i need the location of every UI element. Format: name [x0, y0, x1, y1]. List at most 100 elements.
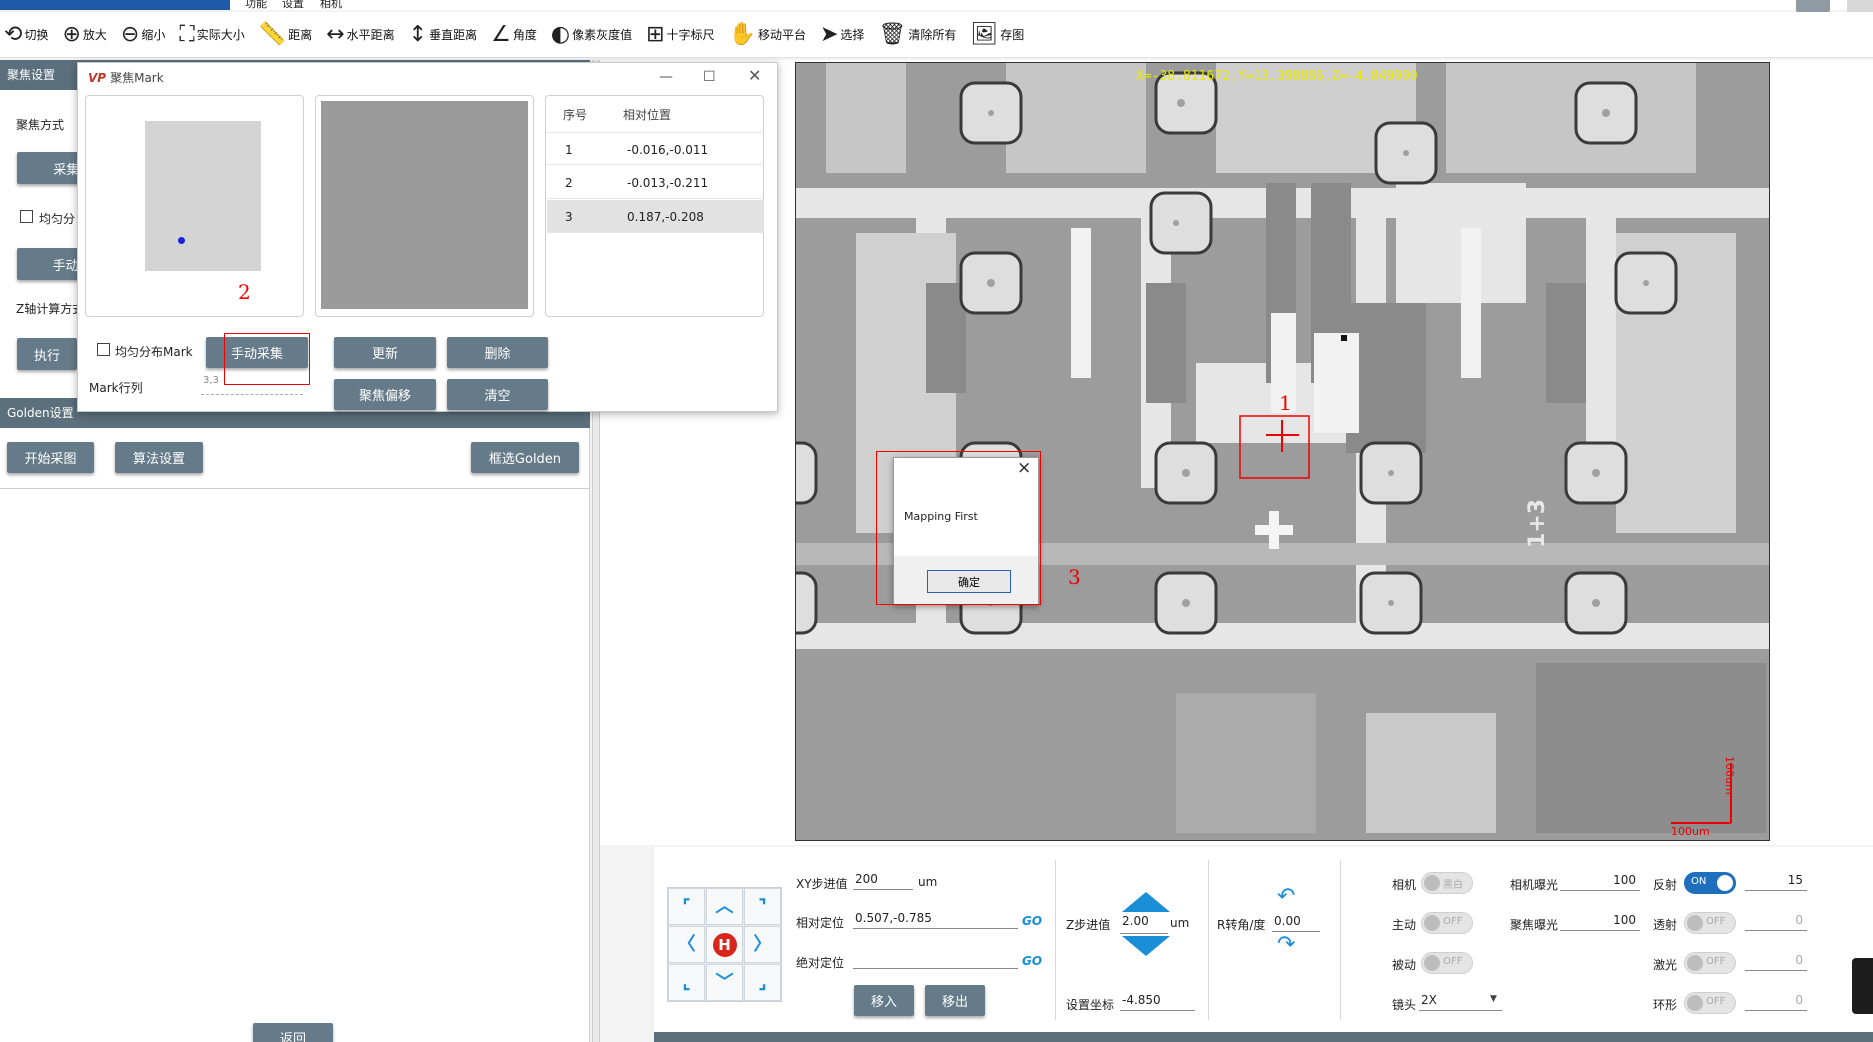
focus-exposure-input[interactable]: 100: [1560, 911, 1640, 931]
move-left-icon[interactable]: 〈: [668, 926, 705, 963]
maximize-icon[interactable]: ☐: [703, 69, 716, 85]
active-toggle[interactable]: OFF: [1421, 912, 1473, 934]
coordinate-readout: X=-38.811672,Y=13.398886,Z=-4.849999: [1136, 69, 1418, 84]
r-angle-input[interactable]: 0.00: [1272, 912, 1320, 932]
toolbar-clear-all[interactable]: 🗑 清除所有: [878, 19, 956, 51]
title-bar: [0, 0, 1873, 10]
chevron-down-icon[interactable]: ▼: [1490, 994, 1497, 1004]
toolbar-save-image[interactable]: 🖼 存图: [970, 19, 1024, 51]
toolbar-zoom-out[interactable]: ⊖ 缩小: [121, 19, 165, 51]
camera-toggle[interactable]: 黑白: [1421, 872, 1473, 894]
absolute-position-input[interactable]: [853, 949, 1018, 969]
microscope-image[interactable]: 1+3 X=-38.811672,Y=13.398886,Z=-4.849999…: [795, 62, 1770, 841]
move-down-right-icon[interactable]: ⌟: [744, 964, 781, 1001]
table-row-selected[interactable]: 3 0.187,-0.208: [547, 200, 764, 233]
reflect-toggle[interactable]: ON: [1684, 872, 1736, 894]
delete-button[interactable]: 删除: [447, 337, 548, 368]
xy-step-input[interactable]: 200: [853, 870, 913, 890]
passive-toggle[interactable]: OFF: [1421, 952, 1473, 974]
go-absolute-button[interactable]: GO: [1022, 954, 1042, 968]
toolbar-grayscale[interactable]: ◐ 像素灰度值: [551, 19, 632, 51]
wafer-die-image: 1+3: [796, 63, 1769, 840]
transmit-toggle[interactable]: OFF: [1684, 912, 1736, 934]
go-relative-button[interactable]: GO: [1022, 914, 1042, 928]
menu-settings[interactable]: 设置: [282, 0, 304, 9]
toolbar-angle[interactable]: ∠ 角度: [491, 19, 537, 51]
separator: [1208, 860, 1209, 1020]
app-tab[interactable]: [0, 0, 230, 10]
move-up-left-icon[interactable]: ⌜: [668, 888, 705, 925]
menu-function[interactable]: 功能: [245, 0, 267, 9]
control-panel-footer: [654, 1032, 1873, 1042]
rotate-ccw-icon[interactable]: ↶: [1277, 884, 1295, 909]
uniform-mark-label: 均匀分布Mark: [115, 345, 193, 359]
uniform-mark-checkbox[interactable]: [97, 343, 110, 356]
z-step-input[interactable]: 2.00: [1120, 912, 1168, 934]
move-right-icon[interactable]: 〉: [744, 926, 781, 963]
relative-position-input[interactable]: 0.507,-0.785: [853, 909, 1018, 929]
execute-button[interactable]: 执行: [17, 338, 77, 370]
toolbar-crosshair-ruler[interactable]: ⊞ 十字标尺: [646, 19, 714, 51]
start-capture-button[interactable]: 开始采图: [7, 442, 94, 473]
camera-exposure-label: 相机曝光: [1510, 878, 1559, 892]
table-row[interactable]: 1 -0.016,-0.011: [547, 132, 764, 165]
set-coordinate-input[interactable]: -4.850: [1120, 991, 1195, 1011]
reflect-input[interactable]: 15: [1745, 871, 1807, 891]
direction-pad: ⌜ ︿ ⌝ 〈 H 〉 ⌞ ﹀ ⌟: [667, 887, 782, 1002]
ring-toggle[interactable]: OFF: [1684, 992, 1736, 1014]
camera-exposure-input[interactable]: 100: [1560, 871, 1640, 891]
toggle-text: OFF: [1706, 956, 1726, 967]
focus-offset-button[interactable]: 聚焦偏移: [334, 379, 436, 410]
image-preview: [321, 101, 528, 309]
move-in-button[interactable]: 移入: [854, 985, 914, 1016]
side-panel-handle[interactable]: [1852, 958, 1873, 1014]
mark-preview-box: 2: [85, 95, 304, 317]
separator: [1055, 860, 1056, 1020]
table-row[interactable]: 2 -0.013,-0.211: [547, 166, 764, 199]
select-golden-button[interactable]: 框选Golden: [471, 442, 579, 473]
algorithm-settings-button[interactable]: 算法设置: [115, 442, 203, 473]
toolbar-vertical-distance[interactable]: ↕ 垂直距离: [409, 19, 477, 51]
toolbar-move-platform[interactable]: ✋ 移动平台: [729, 19, 806, 51]
manual-collect-button[interactable]: 手动采集: [206, 337, 308, 368]
r-angle-label: R转角/度: [1217, 918, 1266, 932]
toolbar-label: 存图: [1000, 28, 1025, 42]
close-icon[interactable]: ×: [1017, 458, 1031, 478]
move-up-right-icon[interactable]: ⌝: [744, 888, 781, 925]
annotation-3: 3: [1068, 565, 1081, 589]
toolbar-zoom-in[interactable]: ⊕ 放大: [62, 19, 106, 51]
transmit-input[interactable]: 0: [1745, 911, 1807, 931]
z-up-icon[interactable]: [1122, 892, 1170, 912]
toolbar-actual-size[interactable]: ⛶ 实际大小: [179, 19, 244, 51]
annotation-1: 1: [1279, 391, 1292, 415]
toolbar-distance[interactable]: 📏 距离: [259, 19, 312, 51]
close-icon[interactable]: ✕: [748, 66, 761, 85]
toolbar-label: 像素灰度值: [572, 28, 633, 42]
laser-input[interactable]: 0: [1745, 951, 1807, 971]
ok-button[interactable]: 确定: [927, 570, 1011, 593]
menu-camera[interactable]: 相机: [320, 0, 342, 9]
divider: [0, 488, 590, 489]
ring-input[interactable]: 0: [1745, 991, 1807, 1011]
z-down-icon[interactable]: [1122, 936, 1170, 956]
toolbar-switch[interactable]: ⟲ 切换: [4, 19, 48, 51]
move-down-icon[interactable]: ﹀: [706, 964, 743, 1001]
move-down-left-icon[interactable]: ⌞: [668, 964, 705, 1001]
update-button[interactable]: 更新: [334, 337, 436, 368]
rotate-cw-icon[interactable]: ↷: [1277, 932, 1295, 957]
crosshair-ruler-icon: ⊞: [646, 21, 665, 47]
mark-row-input[interactable]: 3,3: [201, 375, 303, 395]
toolbar-label: 距离: [288, 28, 313, 42]
toolbar-select[interactable]: ➤ 选择: [820, 19, 864, 51]
focus-mark-dialog: VP 聚焦Mark — ☐ ✕ 2 序号 相对位置 1 -0.016,-0.011 …: [77, 62, 778, 412]
laser-toggle[interactable]: OFF: [1684, 952, 1736, 974]
uniform-checkbox[interactable]: [20, 210, 33, 223]
toolbar-horizontal-distance[interactable]: ↔ 水平距离: [326, 19, 394, 51]
home-button[interactable]: H: [706, 926, 743, 963]
minimize-icon[interactable]: —: [659, 69, 673, 85]
move-out-button[interactable]: 移出: [925, 985, 985, 1016]
clear-button[interactable]: 清空: [447, 379, 548, 410]
toggle-text: OFF: [1706, 996, 1726, 1007]
move-up-icon[interactable]: ︿: [706, 888, 743, 925]
back-button[interactable]: 返回: [253, 1023, 333, 1042]
